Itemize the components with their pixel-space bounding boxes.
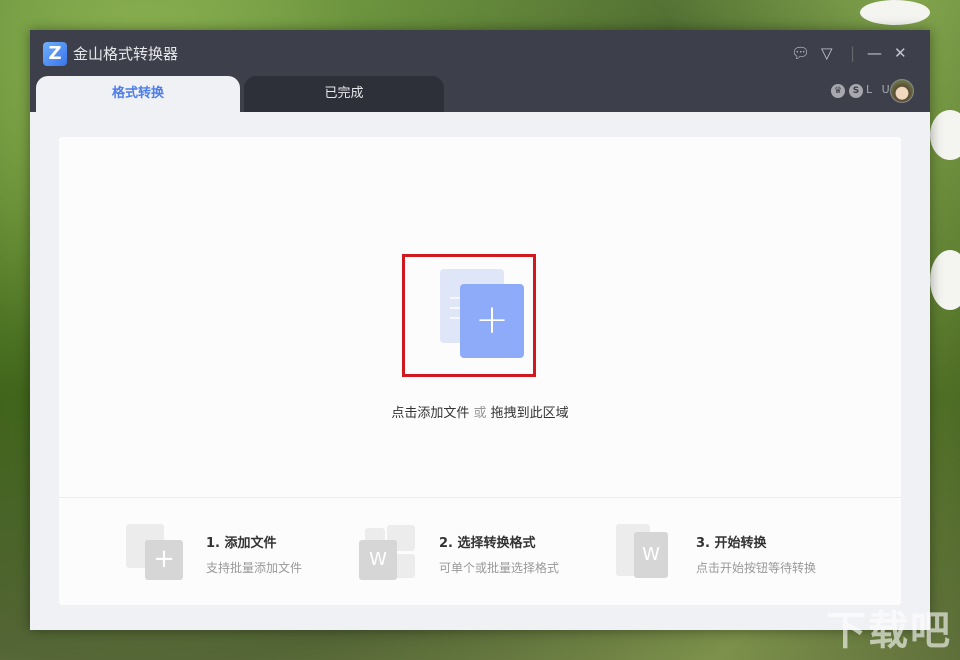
app-title: 金山格式转换器 xyxy=(73,45,179,63)
add-file-step-icon: + xyxy=(126,524,184,582)
tab-completed[interactable]: 已完成 xyxy=(244,76,444,112)
step-title: 3. 开始转换 xyxy=(696,536,767,551)
hint-or: 或 xyxy=(473,406,487,421)
plus-icon: + xyxy=(460,284,524,358)
step-desc: 可单个或批量选择格式 xyxy=(439,561,560,575)
drop-hint: 点击添加文件 或 拖拽到此区域 xyxy=(59,402,901,421)
hint-drag: 拖拽到此区域 xyxy=(490,406,569,421)
avatar[interactable] xyxy=(890,79,914,103)
separator: | xyxy=(850,44,856,62)
divider xyxy=(59,497,901,498)
hint-add-link[interactable]: 点击添加文件 xyxy=(391,406,469,421)
step-desc: 支持批量添加文件 xyxy=(206,561,303,575)
title-bar: Z 金山格式转换器 💬︎ ▽ | — ✕ 格式转换 已完成 ♛ S L U xyxy=(30,30,930,112)
feedback-icon[interactable]: 💬︎ xyxy=(791,44,810,62)
start-convert-step-icon: W xyxy=(616,524,674,582)
select-format-step-icon: W xyxy=(359,524,417,582)
app-logo-icon: Z xyxy=(43,42,67,66)
menu-icon[interactable]: ▽ xyxy=(821,44,833,62)
level-badges[interactable]: L U xyxy=(866,83,893,96)
s-badge-icon[interactable]: S xyxy=(849,84,863,98)
app-window: Z 金山格式转换器 💬︎ ▽ | — ✕ 格式转换 已完成 ♛ S L U + … xyxy=(30,30,930,630)
minimize-icon[interactable]: — xyxy=(867,44,882,62)
step-title: 1. 添加文件 xyxy=(206,536,277,551)
tab-format-convert[interactable]: 格式转换 xyxy=(36,76,240,112)
tab-label: 已完成 xyxy=(324,86,364,101)
tab-label: 格式转换 xyxy=(111,86,164,101)
flower-decoration xyxy=(860,0,930,25)
watermark: 下载吧 xyxy=(826,608,952,654)
step-desc: 点击开始按钮等待转换 xyxy=(696,561,817,575)
step-title: 2. 选择转换格式 xyxy=(439,536,536,551)
crown-icon[interactable]: ♛ xyxy=(831,84,845,98)
add-file-button[interactable]: + xyxy=(402,254,536,377)
close-icon[interactable]: ✕ xyxy=(894,44,907,62)
main-panel: + 点击添加文件 或 拖拽到此区域 + 1. 添加文件 支持批量添加文件 W 2… xyxy=(59,137,901,605)
